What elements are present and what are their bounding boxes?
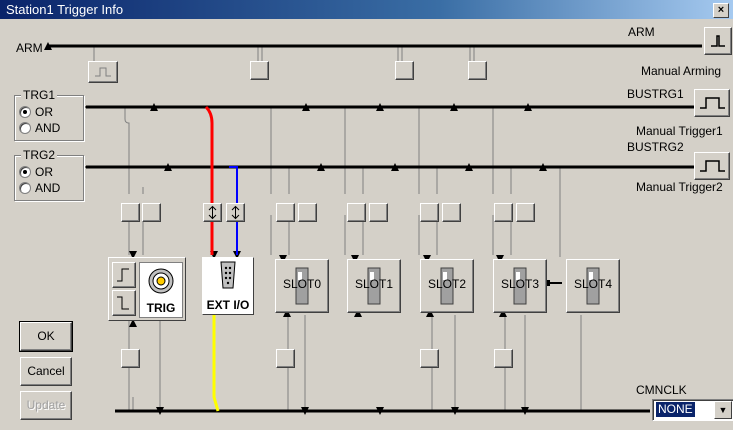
slot2-switch-1[interactable] <box>420 203 439 222</box>
cmnclk-label: CMNCLK <box>636 383 687 397</box>
arm-switch-slot2[interactable] <box>395 61 414 80</box>
slot2-module[interactable]: SLOT2 <box>420 259 474 313</box>
trg2-group: TRG2 OR AND <box>14 148 84 201</box>
radio-dot <box>19 122 31 134</box>
slot4-label: SLOT4 <box>573 277 612 291</box>
ext-io-label: EXT I/O <box>206 298 250 312</box>
cmnclk-value: NONE <box>656 402 695 417</box>
arm-switch-slot3[interactable] <box>468 61 487 80</box>
ext-switch-1[interactable] <box>203 203 222 222</box>
chevron-down-icon[interactable]: ▼ <box>714 401 732 419</box>
slot4-module[interactable]: SLOT4 <box>566 259 620 313</box>
trg1-or-label: OR <box>35 105 53 119</box>
bustrg2-label: BUSTRG2 <box>627 140 684 154</box>
trg1-and-label: AND <box>35 121 61 135</box>
trg2-and-radio[interactable]: AND <box>19 181 60 195</box>
slot0-module[interactable]: SLOT0 <box>275 259 329 313</box>
manual-trigger2-button[interactable] <box>694 152 730 180</box>
trig-label: TRIG <box>146 301 176 315</box>
arm-switch-trig[interactable] <box>88 61 118 83</box>
clk-switch-slot3[interactable] <box>494 349 513 368</box>
ok-button[interactable]: OK <box>19 321 73 352</box>
manual-trigger1-button[interactable] <box>694 89 730 117</box>
clk-switch-slot2[interactable] <box>420 349 439 368</box>
trg1-legend: TRG1 <box>21 88 58 102</box>
slot1-label: SLOT1 <box>354 277 393 291</box>
cmnclk-select[interactable]: NONE ▼ <box>652 399 733 421</box>
slot2-label: SLOT2 <box>427 277 466 291</box>
arm-left-label: ARM <box>16 41 43 55</box>
manual-trigger1-label: Manual Trigger1 <box>636 124 723 138</box>
slot3-switch-2[interactable] <box>516 203 535 222</box>
arm-switch-slot0[interactable] <box>250 61 269 80</box>
clk-switch-slot0[interactable] <box>276 349 295 368</box>
slot3-label: SLOT3 <box>500 277 539 291</box>
slot0-switch-2[interactable] <box>298 203 317 222</box>
trig-switch-2[interactable] <box>142 203 161 222</box>
close-button[interactable]: × <box>713 3 729 18</box>
update-button[interactable]: Update <box>20 391 72 420</box>
slot3-module[interactable]: SLOT3 <box>493 259 547 313</box>
arm-button[interactable] <box>704 27 732 55</box>
manual-arming-label: Manual Arming <box>641 64 722 78</box>
slot2-switch-2[interactable] <box>442 203 461 222</box>
slot0-label: SLOT0 <box>282 277 321 291</box>
manual-trigger2-label: Manual Trigger2 <box>636 180 723 194</box>
title-bar: Station1 Trigger Info × <box>0 0 733 19</box>
slot1-switch-1[interactable] <box>347 203 366 222</box>
trig-connector: TRIG <box>139 262 183 318</box>
trig-pulse-down-button[interactable] <box>112 290 136 316</box>
trg2-or-label: OR <box>35 165 53 179</box>
trg2-legend: TRG2 <box>21 148 58 162</box>
dsub-connector-icon <box>220 261 236 289</box>
trig-pulse-up-button[interactable] <box>112 262 136 288</box>
arm-right-label: ARM <box>628 25 655 39</box>
trg1-group: TRG1 OR AND <box>14 88 84 141</box>
slot1-switch-2[interactable] <box>369 203 388 222</box>
slot0-switch-1[interactable] <box>276 203 295 222</box>
slot3-switch-1[interactable] <box>494 203 513 222</box>
trg1-or-radio[interactable]: OR <box>19 105 53 119</box>
trig-switch-1[interactable] <box>121 203 140 222</box>
ext-io-module[interactable]: EXT I/O <box>202 257 254 315</box>
radio-dot <box>19 106 31 118</box>
cancel-button[interactable]: Cancel <box>20 357 72 386</box>
radio-dot <box>19 166 31 178</box>
clk-switch-trig[interactable] <box>121 349 140 368</box>
ext-switch-2[interactable] <box>226 203 245 222</box>
bustrg1-label: BUSTRG1 <box>627 87 684 101</box>
trg1-and-radio[interactable]: AND <box>19 121 60 135</box>
window-title: Station1 Trigger Info <box>6 2 124 17</box>
radio-dot <box>19 182 31 194</box>
slot1-module[interactable]: SLOT1 <box>347 259 401 313</box>
trigger-diagram: ARM ARM Manual Arming BUSTRG1 Manual Tri… <box>0 19 733 430</box>
trig-module[interactable]: TRIG <box>108 257 186 321</box>
trg2-and-label: AND <box>35 181 61 195</box>
trg2-or-radio[interactable]: OR <box>19 165 53 179</box>
bnc-connector-icon <box>148 268 174 294</box>
